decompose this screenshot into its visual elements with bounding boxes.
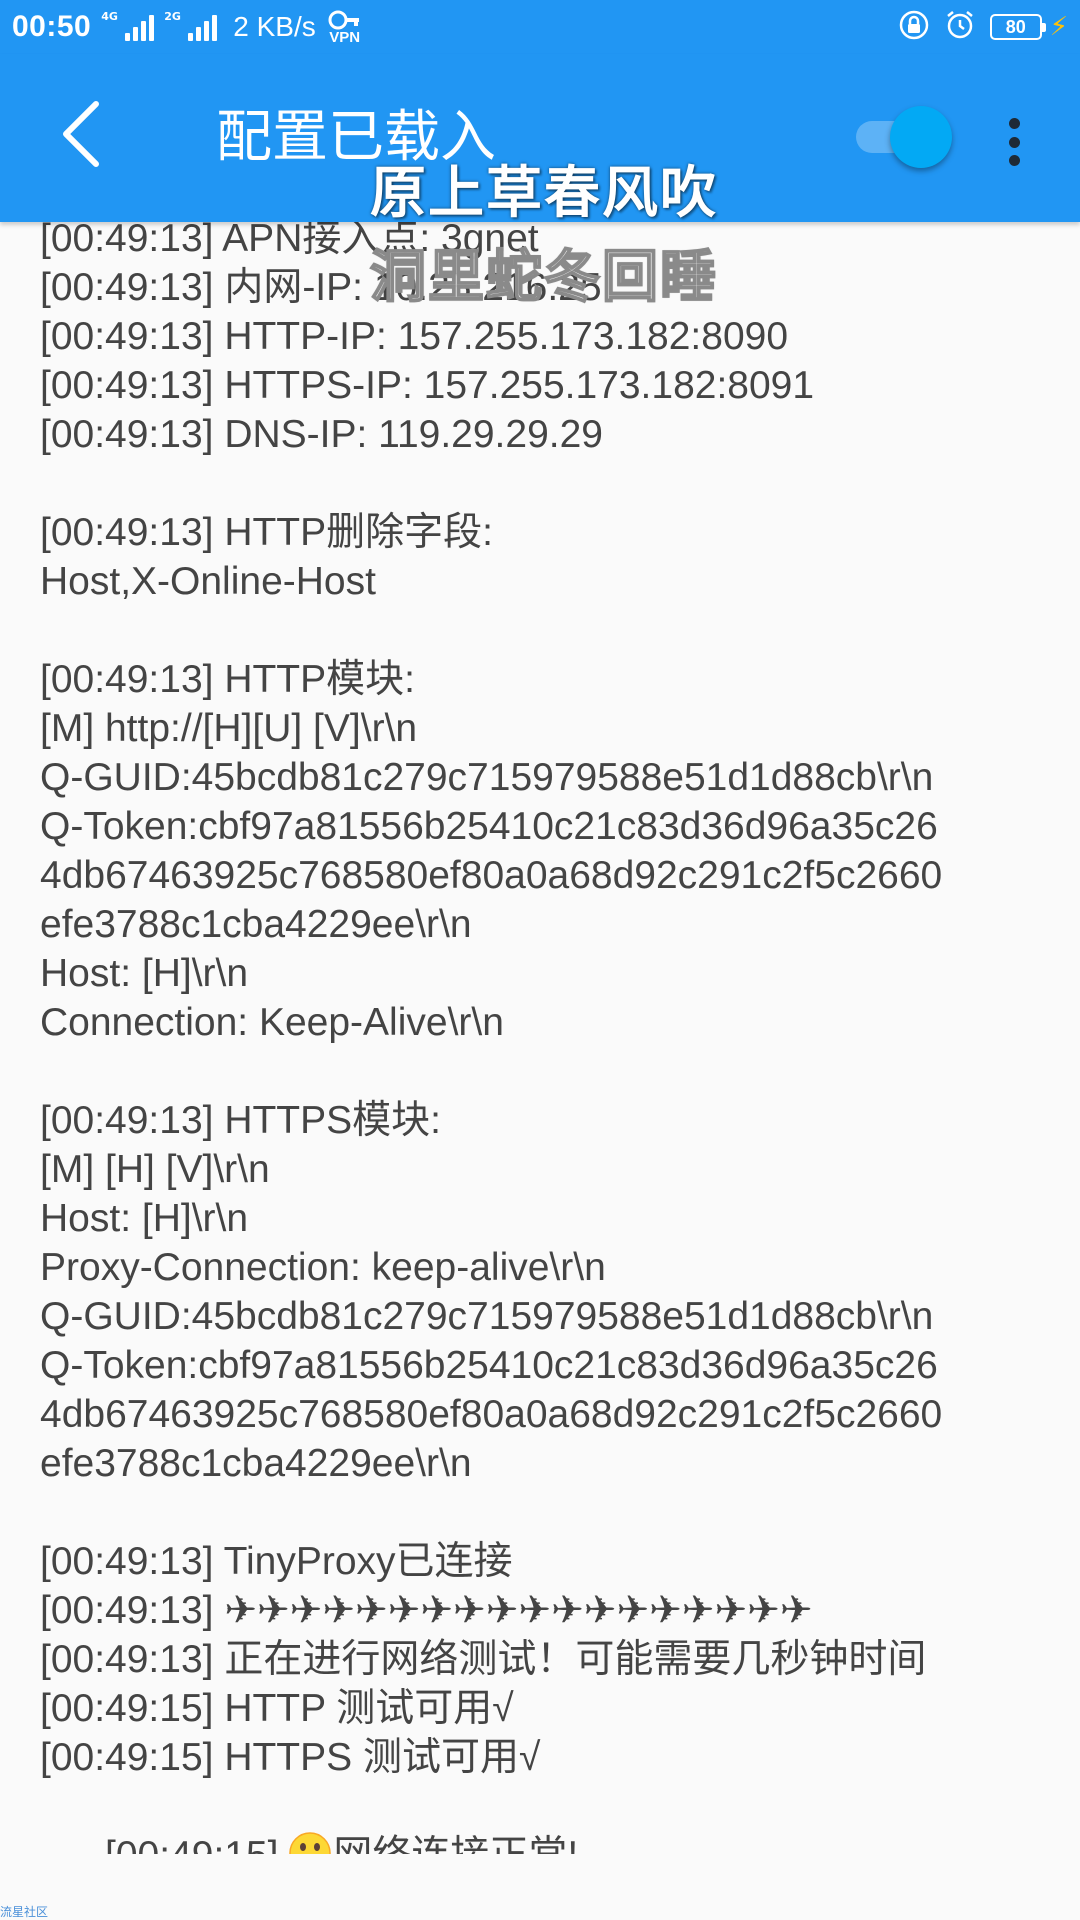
signal-icon: 2G (164, 10, 218, 41)
status-left: 00:50 4G 2G 2 KB/s VPN (12, 0, 364, 54)
log-line: Host: [H]\r\n (40, 952, 249, 995)
status-bar: 00:50 4G 2G 2 KB/s VPN 80 ⚡ (0, 0, 1080, 54)
log-line: [00:49:13] TinyProxy已连接 (40, 1540, 513, 1583)
log-line: [00:49:15] HTTPS 测试可用√ (40, 1736, 541, 1779)
signal-icon: 4G (101, 10, 155, 41)
log-line: [00:49:13] 正在进行网络测试！可能需要几秒钟时间 (40, 1638, 927, 1681)
log-line: efe3788c1cba4229ee\r\n (40, 1442, 472, 1485)
more-options-button[interactable] (990, 112, 1038, 172)
back-button[interactable] (44, 94, 124, 174)
log-line: [00:49:13] DNS-IP: 119.29.29.29 (40, 413, 603, 456)
log-line: efe3788c1cba4229ee\r\n (40, 903, 472, 946)
log-line: [00:49:13] HTTPS-IP: 157.255.173.182:809… (40, 364, 815, 407)
status-time: 00:50 (12, 10, 92, 43)
status-right: 80 ⚡ (898, 0, 1068, 54)
network-speed: 2 KB/s (233, 11, 316, 42)
more-vert-icon (1008, 118, 1020, 129)
toggle-thumb (890, 106, 952, 168)
screen-lock-icon (898, 9, 930, 45)
log-line: [00:49:13] HTTP模块: (40, 658, 415, 701)
log-line: [00:49:15] HTTP 测试可用√ (40, 1687, 514, 1730)
log-line: Q-GUID:45bcdb81c279c715979588e51d1d88cb\… (40, 756, 934, 799)
alarm-icon (944, 9, 976, 45)
log-line: Q-GUID:45bcdb81c279c715979588e51d1d88cb\… (40, 1295, 934, 1338)
log-line-final: [00:49:15] 网络连接正常! (40, 1782, 1060, 1854)
log-line: Q-Token:cbf97a81556b25410c21c83d36d96a35… (40, 1344, 938, 1387)
battery-icon: 80 (989, 14, 1046, 40)
log-line: [M] http://[H][U] [V]\r\n (40, 707, 418, 750)
log-line-final-prefix: [00:49:15] (105, 1834, 289, 1854)
more-vert-icon-dot (1008, 155, 1020, 166)
log-line: Q-Token:cbf97a81556b25410c21c83d36d96a35… (40, 805, 938, 848)
network-type-2: 2G (164, 10, 181, 23)
log-line: Proxy-Connection: keep-alive\r\n (40, 1246, 606, 1289)
network-type-1: 4G (101, 10, 118, 23)
more-vert-icon-dot (1008, 136, 1020, 148)
log-line: Connection: Keep-Alive\r\n (40, 1001, 504, 1044)
vpn-key-icon: VPN (326, 8, 364, 46)
log-line: [00:49:13] HTTP删除字段: (40, 511, 493, 554)
screen: 00:50 4G 2G 2 KB/s VPN 80 ⚡ 配置已载入 原上草春风吹… (0, 0, 1080, 1920)
vpn-toggle-switch[interactable] (852, 106, 956, 168)
grinning-face-icon (289, 1832, 332, 1854)
log-line-final-text: 网络连接正常! (333, 1834, 578, 1854)
log-line: [M] [H] [V]\r\n (40, 1148, 270, 1191)
log-line: [00:49:13] HTTP-IP: 157.255.173.182:8090 (40, 315, 789, 358)
log-line: 4db67463925c768580ef80a0a68d92c291c2f5c2… (40, 1393, 943, 1436)
log-line: 4db67463925c768580ef80a0a68d92c291c2f5c2… (40, 854, 943, 897)
vpn-label: VPN (329, 29, 361, 46)
log-line: [00:49:13] HTTPS模块: (40, 1099, 441, 1142)
log-line: Host: [H]\r\n (40, 1197, 249, 1240)
chevron-left-icon (63, 101, 99, 167)
overlay-poem-line-2: 洞里蛇冬回睡 (369, 245, 718, 311)
charging-bolt-icon: ⚡ (1049, 12, 1068, 42)
log-lines: [00:49:13] APN接入点: 3gnet [00:49:13] 内网-IP… (40, 214, 1060, 1782)
log-output[interactable]: [00:49:13] APN接入点: 3gnet [00:49:13] 内网-IP… (40, 214, 1060, 1854)
log-line: Host,X-Online-Host (40, 560, 376, 603)
footer-watermark: 流星社区 (0, 1905, 49, 1919)
log-line: [00:49:13] ✈✈✈✈✈✈✈✈✈✈✈✈✈✈✈✈✈✈ (40, 1589, 813, 1632)
overlay-poem-line-1: 原上草春风吹 (370, 161, 718, 226)
